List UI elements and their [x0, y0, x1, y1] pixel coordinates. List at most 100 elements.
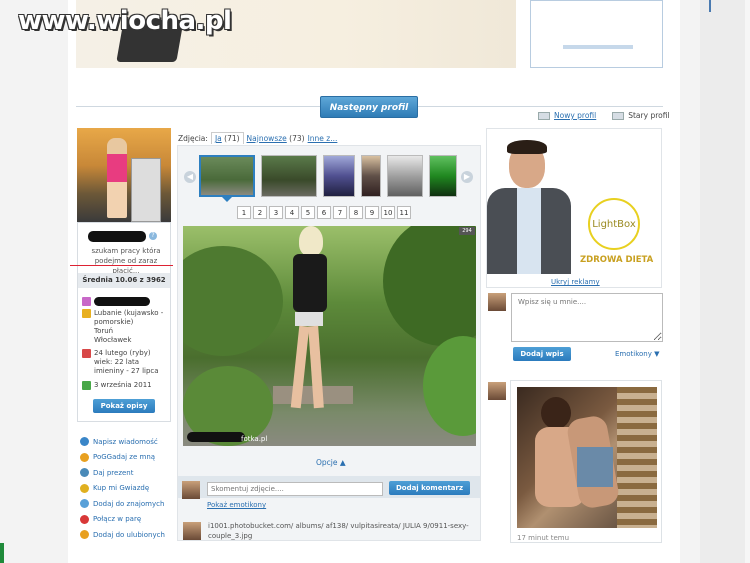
tab-me-label: Ja: [214, 134, 222, 143]
birthday-line: imieniny - 27 lipca: [94, 367, 159, 375]
comment-input[interactable]: [207, 482, 383, 496]
main-photo[interactable]: fotka.pl: [183, 226, 476, 446]
add-entry-button[interactable]: Dodaj wpis: [513, 347, 571, 361]
joined-date: 3 września 2011: [94, 381, 152, 389]
cake-icon: [82, 349, 91, 358]
photos-label: Zdjęcia:: [178, 133, 208, 143]
show-descriptions-button[interactable]: Pokaż opisy: [93, 399, 155, 413]
action-label: Dodaj do znajomych: [93, 499, 165, 508]
old-profile-icon: [612, 111, 625, 120]
guestbook-textarea[interactable]: [511, 293, 663, 342]
lightbox-logo: LightBox: [588, 198, 640, 250]
status-line-1: szukam pracy która: [91, 247, 161, 255]
status-text: szukam pracy która podejme od zaraz płac…: [81, 246, 171, 276]
action-list: Napisz wiadomość PoGGadaj ze mną Daj pre…: [80, 434, 165, 543]
censored-caption: [187, 432, 245, 442]
thumbnail[interactable]: [361, 155, 381, 197]
average-rating: Średnia 10.06 z 3962: [78, 273, 170, 288]
page-button[interactable]: 1: [237, 206, 251, 219]
top-right-box: [530, 0, 663, 68]
action-item[interactable]: Połącz w parę: [80, 512, 165, 528]
favorite-icon: [80, 530, 89, 540]
birthday-line: 24 lutego (ryby): [94, 349, 151, 357]
entry-author-avatar[interactable]: [488, 382, 506, 400]
guest-avatar: [488, 293, 506, 311]
new-profile-link[interactable]: Nowy profil: [554, 111, 596, 120]
thumbnail[interactable]: [387, 155, 423, 197]
location-line: Toruń: [94, 327, 114, 335]
thumbnail[interactable]: [323, 155, 355, 197]
tab-me-count: (71): [224, 134, 240, 143]
pagination: 1 2 3 4 5 6 7 8 9 10 11: [237, 206, 411, 219]
show-emoticons-link[interactable]: Pokaż emotikony: [207, 501, 266, 509]
location-line: Włocławek: [94, 336, 132, 344]
page-button[interactable]: 7: [333, 206, 347, 219]
info-icon[interactable]: ?: [149, 232, 157, 240]
page-button[interactable]: 11: [397, 206, 411, 219]
action-item[interactable]: Napisz wiadomość: [80, 434, 165, 450]
emoticons-dropdown[interactable]: Emotikony ▼: [615, 350, 660, 358]
person-figure: [283, 226, 335, 416]
right-background: [700, 0, 750, 563]
action-item[interactable]: Dodaj do znajomych: [80, 496, 165, 512]
photo-badge: 294: [459, 227, 475, 235]
page-button[interactable]: 3: [269, 206, 283, 219]
action-item[interactable]: Daj prezent: [80, 465, 165, 481]
add-friend-icon: [80, 499, 89, 509]
comment-text: i1001.photobucket.com/ albums/ af138/ vu…: [208, 522, 469, 540]
location-line: pomorskie): [94, 318, 134, 326]
hide-ads-link[interactable]: Ukryj reklamy: [551, 278, 600, 286]
ad-man-image: [487, 140, 571, 274]
page-button[interactable]: 8: [349, 206, 363, 219]
action-label: Dodaj do ulubionych: [93, 530, 165, 539]
add-comment-button[interactable]: Dodaj komentarz: [389, 481, 470, 495]
entry-photo[interactable]: [517, 387, 657, 528]
page-button[interactable]: 9: [365, 206, 379, 219]
thumbnail[interactable]: [429, 155, 457, 197]
next-profile-button[interactable]: Następny profil: [320, 96, 418, 118]
joined-row: 3 września 2011: [82, 381, 152, 390]
star-icon: [80, 483, 89, 493]
photo-caption: fotka.pl: [241, 435, 268, 443]
birthday-lines: 24 lutego (ryby) wiek: 22 lata imieniny …: [94, 349, 159, 376]
page-button[interactable]: 5: [301, 206, 315, 219]
action-item[interactable]: PoGGadaj ze mną: [80, 450, 165, 466]
location-flag-icon: [82, 309, 91, 318]
tab-others[interactable]: Inne z...: [308, 134, 338, 143]
view-switch: Nowy profil Stary profil: [538, 111, 670, 120]
censored-username: [88, 231, 146, 242]
action-item[interactable]: Dodaj do ulubionych: [80, 527, 165, 543]
arrow-icon: [82, 381, 91, 390]
page-button[interactable]: 10: [381, 206, 395, 219]
page-button[interactable]: 4: [285, 206, 299, 219]
thumbnail-selected[interactable]: [199, 155, 255, 197]
action-label: Napisz wiadomość: [93, 437, 158, 446]
gg-flower-icon: [80, 452, 89, 462]
new-profile-icon: [538, 111, 550, 120]
thumbnail[interactable]: [261, 155, 317, 197]
commenter-avatar[interactable]: [183, 522, 201, 540]
right-edge-strip: [745, 0, 750, 563]
prev-arrow-icon[interactable]: ◀: [184, 171, 196, 183]
red-underline: [70, 265, 173, 266]
action-label: PoGGadaj ze mną: [93, 453, 156, 462]
tab-newest[interactable]: Najnowsze (73): [247, 134, 305, 143]
selected-pointer: [222, 197, 232, 202]
name-row: [82, 297, 150, 306]
tab-me[interactable]: Ja (71): [210, 132, 244, 144]
person-icon: [82, 297, 91, 306]
heart-icon: [80, 514, 89, 524]
old-profile-label: Stary profil: [628, 111, 670, 120]
options-toggle[interactable]: Opcje ▲: [316, 458, 346, 467]
gift-icon: [80, 468, 89, 478]
page-button[interactable]: 2: [253, 206, 267, 219]
right-accent-strip: [709, 0, 711, 12]
watermark: www.wiocha.pl: [18, 6, 232, 36]
action-label: Połącz w parę: [93, 515, 142, 524]
next-arrow-icon[interactable]: ▶: [461, 171, 473, 183]
ad-tagline: ZDROWA DIETA: [580, 255, 654, 265]
page-button[interactable]: 6: [317, 206, 331, 219]
action-item[interactable]: Kup mi Gwiazdę: [80, 481, 165, 497]
action-label: Kup mi Gwiazdę: [93, 484, 150, 493]
profile-photo[interactable]: [77, 128, 171, 222]
